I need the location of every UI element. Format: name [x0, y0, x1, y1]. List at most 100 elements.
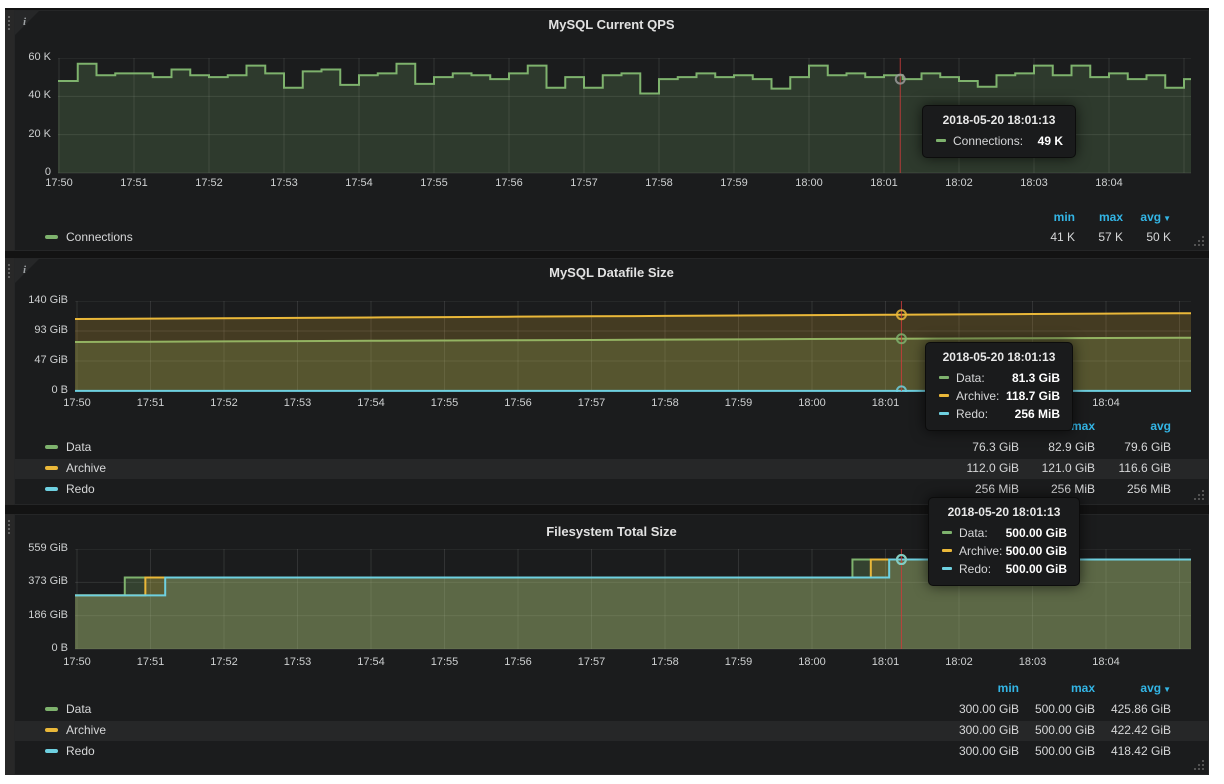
legend-stat-value: 500.00 GiB: [1019, 723, 1095, 737]
legend-row: Data 300.00 GiB500.00 GiB425.86 GiB: [15, 700, 1208, 720]
legend-stat-value: 121.0 GiB: [1019, 461, 1095, 475]
tooltip-series-name: Archive:: [959, 544, 1002, 558]
legend-stats-header: minmaxavg▼: [15, 679, 1208, 699]
legend-color-swatch: [45, 235, 58, 239]
legend-sort-max[interactable]: max: [1019, 681, 1095, 695]
drag-dots-icon: [8, 264, 10, 266]
legend-stat-value: 422.42 GiB: [1095, 723, 1171, 737]
row-drag-handle[interactable]: [5, 514, 14, 775]
legend-sort-max[interactable]: max: [1075, 210, 1123, 224]
tooltip-series-value: 49 K: [1038, 134, 1063, 148]
legend-series-data[interactable]: Data: [45, 440, 91, 454]
grafana-dashboard: i MySQL Current QPS 60 K40 K20 K017:5017…: [5, 8, 1209, 775]
row-drag-handle[interactable]: [5, 10, 14, 251]
legend-sort-min[interactable]: min: [1027, 210, 1075, 224]
legend-series-data[interactable]: Data: [45, 702, 91, 716]
drag-dots-icon: [8, 520, 10, 522]
legend-stat-values: 41 K57 K50 K: [1027, 230, 1171, 244]
legend-series-redo[interactable]: Redo: [45, 482, 95, 496]
legend-stat-value: 256 MiB: [1019, 482, 1095, 496]
legend-stat-value: 300.00 GiB: [943, 723, 1019, 737]
legend-sort-avg[interactable]: avg▼: [1123, 210, 1171, 224]
legend-color-swatch: [45, 728, 58, 732]
tooltip-color-swatch: [936, 139, 946, 142]
legend-stat-values: 76.3 GiB82.9 GiB79.6 GiB: [943, 440, 1171, 454]
legend-row: Connections 41 K57 K50 K: [15, 228, 1208, 248]
legend-stat-value: 79.6 GiB: [1095, 440, 1171, 454]
legend-stat-value: 116.6 GiB: [1095, 461, 1171, 475]
tooltip-timestamp: 2018-05-20 18:01:13: [923, 110, 1075, 132]
graph-tooltip: 2018-05-20 18:01:13 Data: 500.00 GiB Archi…: [928, 497, 1080, 586]
tooltip-series-value: 118.7 GiB: [1006, 389, 1060, 403]
legend-series-redo[interactable]: Redo: [45, 744, 95, 758]
tooltip-color-swatch: [939, 394, 949, 397]
resize-grip-icon[interactable]: [1202, 244, 1204, 246]
legend-stat-value: 76.3 GiB: [943, 440, 1019, 454]
legend-row: Archive 300.00 GiB500.00 GiB422.42 GiB: [15, 721, 1208, 741]
legend-stat-value: 418.42 GiB: [1095, 744, 1171, 758]
tooltip-series-name: Redo:: [956, 407, 988, 421]
drag-dots-icon: [8, 16, 10, 18]
legend-stat-value: 112.0 GiB: [943, 461, 1019, 475]
legend-series-connections[interactable]: Connections: [45, 230, 133, 244]
tooltip-series-name: Archive:: [956, 389, 999, 403]
legend-stat-value: 50 K: [1123, 230, 1171, 244]
graph-tooltip: 2018-05-20 18:01:13 Data: 81.3 GiB Archive…: [925, 342, 1073, 431]
tooltip-series-value: 81.3 GiB: [1012, 371, 1060, 385]
legend-stat-value: 500.00 GiB: [1019, 702, 1095, 716]
tooltip-series-name: Redo:: [959, 562, 991, 576]
graph-tooltip: 2018-05-20 18:01:13 Connections:49 K: [922, 105, 1076, 158]
tooltip-series-row: Connections:49 K: [923, 132, 1075, 150]
legend-series-label: Connections: [66, 230, 133, 244]
tooltip-series-value: 256 MiB: [1015, 407, 1060, 421]
tooltip-series-name: Data:: [956, 371, 985, 385]
legend-color-swatch: [45, 707, 58, 711]
legend-row: Redo 300.00 GiB500.00 GiB418.42 GiB: [15, 742, 1208, 762]
legend-stat-values: 256 MiB256 MiB256 MiB: [943, 482, 1171, 496]
legend-sort-avg[interactable]: avg: [1095, 419, 1171, 433]
legend-stat-values: 300.00 GiB500.00 GiB418.42 GiB: [943, 744, 1171, 758]
legend-stat-value: 57 K: [1075, 230, 1123, 244]
legend-stat-values: 112.0 GiB121.0 GiB116.6 GiB: [943, 461, 1171, 475]
tooltip-series-row: Redo: 500.00 GiB: [929, 560, 1079, 578]
legend-stat-value: 500.00 GiB: [1019, 744, 1095, 758]
sort-caret-icon: ▼: [1163, 685, 1171, 694]
tooltip-color-swatch: [942, 531, 952, 534]
legend-header-cells: minmaxavg▼: [1027, 210, 1171, 224]
tooltip-timestamp: 2018-05-20 18:01:13: [926, 347, 1072, 369]
legend-stat-value: 300.00 GiB: [943, 744, 1019, 758]
tooltip-series-value: 500.00 GiB: [1006, 562, 1067, 576]
legend-stat-values: 300.00 GiB500.00 GiB422.42 GiB: [943, 723, 1171, 737]
legend-header-cells: minmaxavg▼: [943, 681, 1171, 695]
legend-stat-value: 300.00 GiB: [943, 702, 1019, 716]
legend-stat-values: 300.00 GiB500.00 GiB425.86 GiB: [943, 702, 1171, 716]
legend-stat-value: 256 MiB: [943, 482, 1019, 496]
tooltip-series-value: 500.00 GiB: [1006, 526, 1067, 540]
legend-series-archive[interactable]: Archive: [45, 723, 106, 737]
legend-color-swatch: [45, 749, 58, 753]
legend-series-label: Redo: [66, 744, 95, 758]
tooltip-series-row: Redo: 256 MiB: [926, 405, 1072, 423]
tooltip-color-swatch: [942, 567, 952, 570]
legend-stats-header: minmaxavg▼: [15, 208, 1208, 228]
tooltip-color-swatch: [942, 549, 952, 552]
legend-color-swatch: [45, 487, 58, 491]
tooltip-color-swatch: [939, 376, 949, 379]
legend-series-label: Archive: [66, 461, 106, 475]
legend-stat-value: 256 MiB: [1095, 482, 1171, 496]
tooltip-timestamp: 2018-05-20 18:01:13: [929, 502, 1079, 524]
legend-sort-avg[interactable]: avg▼: [1095, 681, 1171, 695]
legend-sort-min[interactable]: min: [943, 681, 1019, 695]
dashboard-page: i MySQL Current QPS 60 K40 K20 K017:5017…: [0, 0, 1224, 784]
resize-grip-icon[interactable]: [1202, 498, 1204, 500]
legend-series-label: Data: [66, 702, 91, 716]
legend-series-archive[interactable]: Archive: [45, 461, 106, 475]
tooltip-series-row: Data: 500.00 GiB: [929, 524, 1079, 542]
legend-stat-value: 41 K: [1027, 230, 1075, 244]
tooltip-series-row: Archive: 118.7 GiB: [926, 387, 1072, 405]
row-drag-handle[interactable]: [5, 258, 14, 505]
resize-grip-icon[interactable]: [1202, 768, 1204, 770]
tooltip-series-name: Data:: [959, 526, 988, 540]
tooltip-series-row: Archive:500.00 GiB: [929, 542, 1079, 560]
legend-color-swatch: [45, 466, 58, 470]
